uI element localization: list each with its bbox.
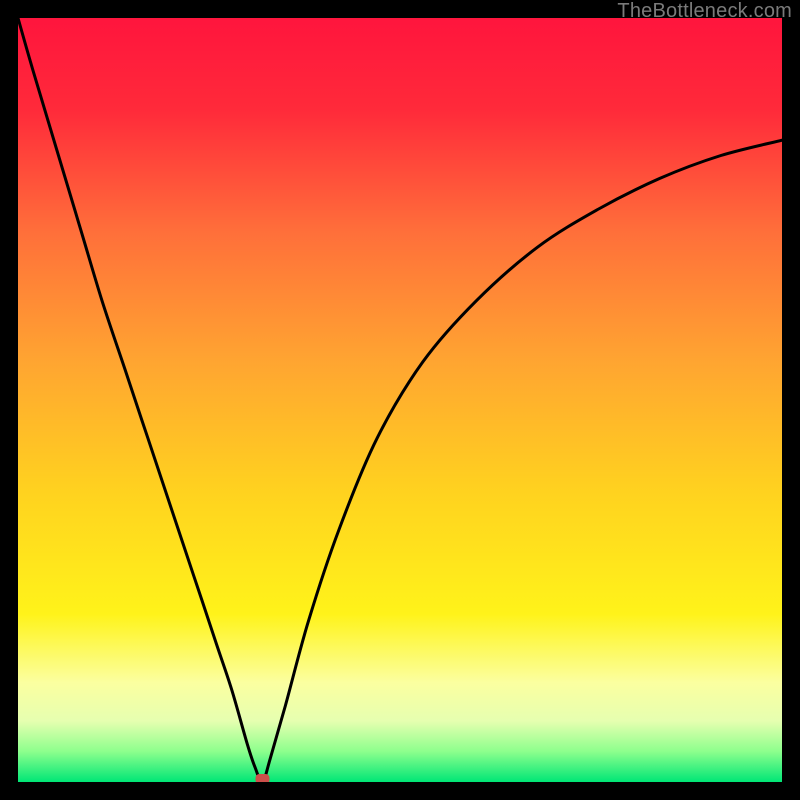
chart-frame bbox=[18, 18, 782, 782]
chart-canvas bbox=[18, 18, 782, 782]
watermark-text: TheBottleneck.com bbox=[617, 0, 792, 23]
minimum-marker bbox=[256, 774, 270, 782]
gradient-background bbox=[18, 18, 782, 782]
